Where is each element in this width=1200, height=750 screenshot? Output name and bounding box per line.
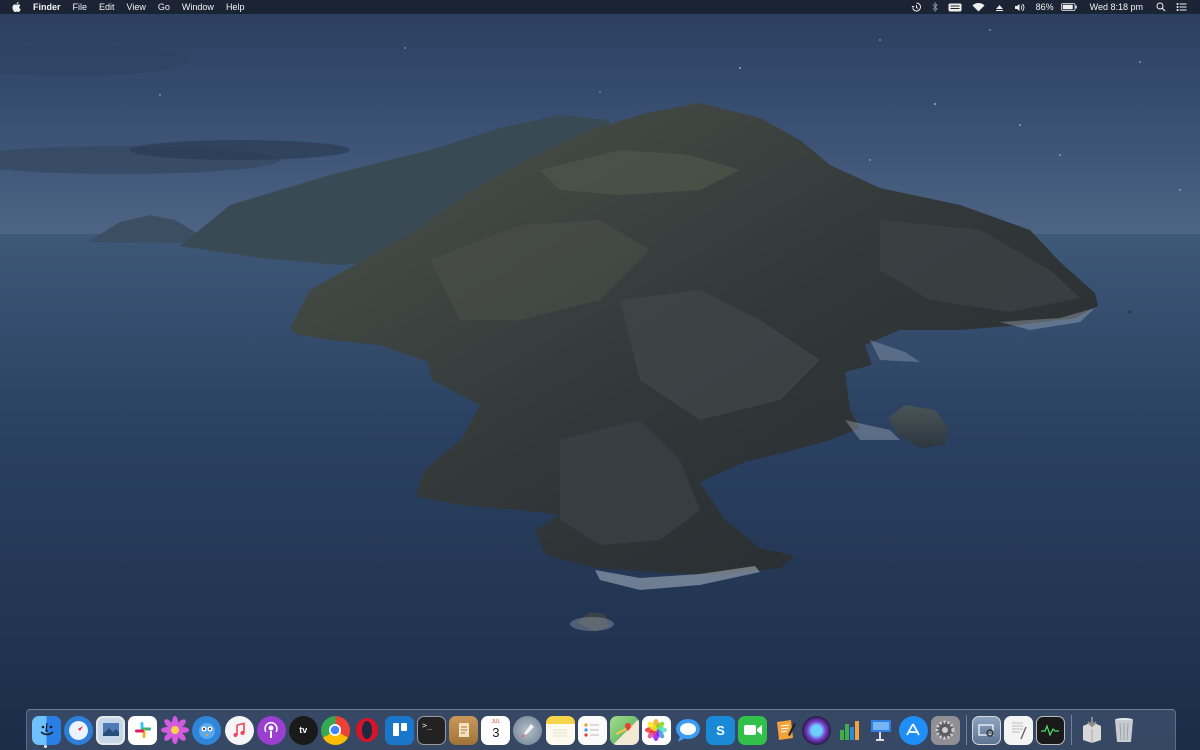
volume-icon[interactable] — [1009, 0, 1031, 14]
photos-icon[interactable] — [641, 715, 671, 745]
bluetooth-icon[interactable] — [927, 0, 943, 14]
activity-monitor-icon[interactable] — [1035, 715, 1065, 745]
menu-bar: Finder File Edit View Go Window Help 86%… — [0, 0, 1200, 14]
menu-window[interactable]: Window — [176, 0, 220, 14]
time-machine-icon[interactable] — [906, 0, 927, 14]
notefile-icon[interactable] — [449, 715, 479, 745]
siri-icon[interactable] — [802, 715, 832, 745]
apple-tv-label: tv — [299, 725, 308, 735]
tweetbot-icon[interactable] — [192, 715, 222, 745]
facetime-icon[interactable] — [738, 715, 768, 745]
launchpad-icon[interactable] — [513, 715, 543, 745]
app-store-icon[interactable] — [898, 715, 928, 745]
screenshot-icon[interactable] — [971, 715, 1001, 745]
keyboard-input-icon[interactable] — [943, 0, 967, 14]
battery-icon[interactable] — [1056, 0, 1082, 14]
messages-icon[interactable] — [674, 716, 703, 745]
dock-separator — [965, 715, 967, 745]
trello-icon[interactable] — [385, 715, 415, 745]
finder-running-indicator — [44, 745, 47, 748]
system-preferences-icon[interactable] — [930, 715, 960, 745]
podcasts-icon[interactable] — [256, 715, 286, 745]
menu-bar-extras: 86% Wed 8:18 pm — [906, 0, 1200, 14]
notification-center-icon[interactable] — [1171, 0, 1192, 14]
safari-icon[interactable] — [64, 715, 94, 745]
menu-edit[interactable]: Edit — [93, 0, 121, 14]
chrome-icon[interactable] — [320, 715, 350, 745]
trash-icon[interactable] — [1109, 716, 1138, 745]
airplay-icon[interactable] — [990, 0, 1009, 14]
opera-icon[interactable] — [353, 716, 382, 745]
skype-icon[interactable]: S — [705, 715, 735, 745]
installer-icon[interactable] — [1077, 716, 1106, 745]
menu-bar-left: Finder File Edit View Go Window Help — [0, 0, 250, 14]
apple-tv-icon[interactable]: tv — [288, 715, 318, 745]
reminders-icon[interactable] — [577, 715, 607, 745]
menu-file[interactable]: File — [67, 0, 94, 14]
pages-icon[interactable] — [770, 716, 799, 745]
apple-menu-icon[interactable] — [0, 2, 27, 12]
dock: tv >_ JUL 3 S — [26, 709, 1176, 750]
notes-icon[interactable] — [545, 715, 575, 745]
flower-app-icon[interactable] — [160, 716, 189, 745]
preview-icon[interactable] — [96, 715, 126, 745]
spotlight-icon[interactable] — [1151, 0, 1171, 14]
finder-icon[interactable] — [32, 715, 61, 745]
desktop-wallpaper — [0, 0, 1200, 750]
menu-view[interactable]: View — [121, 0, 152, 14]
terminal-icon[interactable]: >_ — [417, 715, 447, 745]
maps-icon[interactable] — [609, 715, 639, 745]
dock-separator — [1071, 715, 1072, 745]
menu-help[interactable]: Help — [220, 0, 251, 14]
numbers-icon[interactable] — [834, 716, 863, 745]
calendar-icon[interactable]: JUL 3 — [481, 715, 511, 745]
skype-letter: S — [716, 722, 725, 738]
keynote-icon[interactable] — [866, 716, 895, 745]
calendar-day: 3 — [492, 724, 500, 740]
battery-percent[interactable]: 86% — [1031, 0, 1056, 14]
menu-app-name[interactable]: Finder — [27, 0, 67, 14]
wifi-icon[interactable] — [967, 0, 990, 14]
clock[interactable]: Wed 8:18 pm — [1082, 0, 1151, 14]
slack-icon[interactable] — [128, 715, 158, 745]
music-icon[interactable] — [224, 715, 254, 745]
menu-go[interactable]: Go — [152, 0, 176, 14]
textedit-icon[interactable] — [1003, 715, 1033, 745]
